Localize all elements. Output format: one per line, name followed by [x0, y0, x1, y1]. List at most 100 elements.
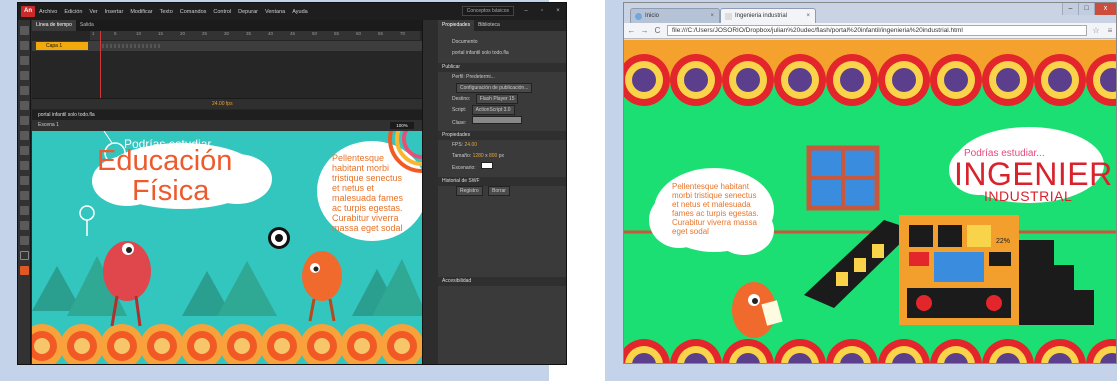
tab-timeline[interactable]: Línea de tiempo	[32, 20, 76, 31]
menu-archivo[interactable]: Archivo	[39, 9, 57, 15]
profile-value[interactable]: Predetermi...	[466, 74, 495, 80]
eyedropper-tool-icon[interactable]	[20, 191, 29, 200]
browser-window: Inicio × Ingenieria industrial × – □ x ←…	[623, 2, 1117, 364]
height-value[interactable]: 800	[489, 153, 497, 159]
stage-label: Escenario:	[452, 165, 476, 171]
close-icon[interactable]: x	[1094, 3, 1116, 15]
ruler-tick: 70	[400, 31, 406, 36]
ruler-tick: 65	[378, 31, 384, 36]
ruler-tick: 50	[312, 31, 318, 36]
timeline-tabs: Línea de tiempo Salida	[32, 20, 422, 31]
menu-ver[interactable]: Ver	[89, 9, 97, 15]
stage-title-line2: Física	[132, 175, 210, 207]
tab-output[interactable]: Salida	[76, 20, 98, 31]
timeline-layer[interactable]: Capa 1	[32, 41, 422, 51]
menu-bar: An Archivo Edición Ver Insertar Modifica…	[18, 3, 566, 20]
lasso-tool-icon[interactable]	[20, 71, 29, 80]
tab-close-icon[interactable]: ×	[710, 9, 714, 23]
selection-tool-icon[interactable]	[20, 26, 29, 35]
menu-texto[interactable]: Texto	[160, 9, 173, 15]
timeline-panel: Línea de tiempo Salida 1 5 10 15 20 25 3…	[32, 20, 422, 110]
close-icon[interactable]: ×	[554, 8, 562, 14]
size-row: Tamaño: 1280 x 800 px	[438, 151, 566, 162]
timeline-fps-readout[interactable]: 24.00 fps	[212, 101, 233, 107]
menu-insertar[interactable]: Insertar	[105, 9, 124, 15]
menu-control[interactable]: Control	[213, 9, 231, 15]
minimize-icon[interactable]: –	[522, 8, 530, 14]
maximize-icon[interactable]: ▫	[538, 8, 546, 14]
machine-display: 22%	[996, 238, 1011, 245]
address-bar[interactable]: file:///C:/Users/JOSORIO/Dropbox/julian%…	[667, 25, 1087, 36]
width-value[interactable]: 1280	[473, 153, 484, 159]
workspace-switcher[interactable]: Conceptos básicos	[461, 6, 514, 16]
eraser-tool-icon[interactable]	[20, 206, 29, 215]
menu-edicion[interactable]: Edición	[64, 9, 82, 15]
bookmark-star-icon[interactable]: ☆	[1091, 26, 1101, 35]
zoom-select[interactable]: 100%	[390, 122, 414, 129]
swf-history-section[interactable]: Historial de SWF	[438, 177, 566, 186]
tab-library[interactable]: Biblioteca	[474, 20, 504, 31]
publish-section[interactable]: Publicar	[438, 63, 566, 72]
script-row: Script: ActionScript 3.0	[438, 105, 566, 116]
fill-color-icon[interactable]	[20, 266, 29, 275]
back-icon[interactable]: ←	[626, 26, 637, 35]
script-select[interactable]: ActionScript 3.0	[471, 105, 515, 115]
free-transform-tool-icon[interactable]	[20, 56, 29, 65]
rectangle-tool-icon[interactable]	[20, 131, 29, 140]
menu-right-controls: Conceptos básicos – ▫ ×	[461, 6, 562, 16]
class-row: Clase:	[438, 116, 566, 127]
hand-tool-icon[interactable]	[20, 221, 29, 230]
stage-title-line1: Educación	[97, 145, 233, 177]
stroke-color-icon[interactable]	[20, 251, 29, 260]
menu-comandos[interactable]: Comandos	[180, 9, 207, 15]
registro-button[interactable]: Registro	[456, 186, 483, 196]
pencil-tool-icon[interactable]	[20, 146, 29, 155]
menu-modificar[interactable]: Modificar	[130, 9, 152, 15]
ruler-tick: 40	[268, 31, 274, 36]
page-viewport[interactable]: Podrías estudiar... INGENIER INDUSTRIAL …	[624, 40, 1116, 363]
ruler-tick: 30	[224, 31, 230, 36]
menu-ayuda[interactable]: Ayuda	[292, 9, 308, 15]
favicon-icon	[635, 13, 642, 20]
layer-keyframes[interactable]	[102, 44, 162, 48]
accessibility-section[interactable]: Accesibilidad	[438, 277, 566, 286]
document-tab[interactable]: portal infantil solo todo.fla	[32, 110, 422, 120]
text-tool-icon[interactable]	[20, 101, 29, 110]
timeline-controls: 24.00 fps	[32, 98, 422, 109]
stage-canvas[interactable]: Podrías estudiar... Educación Física Pel…	[32, 131, 422, 364]
paint-bucket-tool-icon[interactable]	[20, 176, 29, 185]
page-subtitle: INDUSTRIAL	[984, 188, 1073, 204]
tab-properties[interactable]: Propiedades	[438, 20, 475, 31]
brush-tool-icon[interactable]	[20, 161, 29, 170]
scene-label[interactable]: Escena 1	[38, 122, 59, 128]
subselection-tool-icon[interactable]	[20, 41, 29, 50]
menu-icon[interactable]: ≡	[1105, 26, 1115, 35]
minimize-icon[interactable]: –	[1062, 3, 1078, 15]
maximize-icon[interactable]: □	[1078, 3, 1094, 15]
fps-value[interactable]: 24.00	[465, 142, 478, 148]
reload-icon[interactable]: C	[652, 26, 663, 35]
ruler-tick: 5	[114, 31, 117, 36]
pen-tool-icon[interactable]	[20, 86, 29, 95]
x-label: x	[485, 153, 488, 159]
layer-name[interactable]: Capa 1	[36, 42, 88, 50]
doc-type-row: Documento	[438, 37, 566, 48]
menu-ventana[interactable]: Ventana	[265, 9, 285, 15]
target-select[interactable]: Flash Player 15	[475, 94, 519, 104]
forward-icon[interactable]: →	[639, 26, 650, 35]
publish-settings-button[interactable]: Configuración de publicación...	[456, 83, 533, 93]
class-input[interactable]	[471, 116, 522, 124]
line-tool-icon[interactable]	[20, 116, 29, 125]
borrar-button[interactable]: Borrar	[488, 186, 510, 196]
page: An Archivo Edición Ver Insertar Modifica…	[0, 0, 1117, 381]
ruler-tick: 25	[202, 31, 208, 36]
ruler-tick: 55	[334, 31, 340, 36]
stage-color-swatch[interactable]	[481, 162, 494, 169]
menu-depurar[interactable]: Depurar	[238, 9, 258, 15]
tab-close-icon[interactable]: ×	[806, 9, 810, 23]
px-label: px	[498, 153, 504, 159]
properties-section[interactable]: Propiedades	[438, 131, 566, 140]
zoom-tool-icon[interactable]	[20, 236, 29, 245]
browser-tab-inicio[interactable]: Inicio ×	[630, 8, 720, 23]
browser-tab-ingenieria[interactable]: Ingenieria industrial ×	[720, 8, 816, 23]
